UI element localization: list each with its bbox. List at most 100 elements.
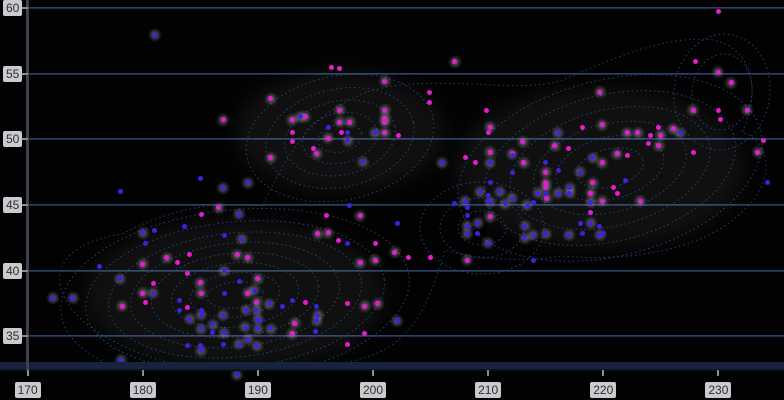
scatter-point (580, 125, 585, 130)
scatter-point (531, 200, 536, 205)
scatter-point (465, 258, 470, 263)
y-tick-mark (22, 204, 28, 206)
scatter-point (597, 224, 602, 229)
y-tick-mark (22, 270, 28, 272)
scatter-point (221, 313, 226, 318)
scatter-point (140, 291, 145, 296)
scatter-point (597, 90, 602, 95)
x-tick-mark (717, 370, 719, 376)
y-axis-tick-label: 35 (3, 328, 22, 344)
x-axis-tick-label: 230 (705, 382, 731, 398)
scatter-point (535, 191, 540, 196)
scatter-point (337, 108, 342, 113)
scatter-point (638, 199, 643, 204)
scatter-point (486, 130, 491, 135)
scatter-point (237, 279, 242, 284)
scatter-point (235, 372, 240, 377)
scatter-plot-figure: 605550454035170180190200210220230 (0, 0, 784, 400)
scatter-point (153, 33, 158, 38)
scatter-point (556, 191, 561, 196)
y-axis-tick-label: 50 (3, 131, 22, 147)
x-tick-mark (257, 370, 259, 376)
scatter-point (311, 146, 316, 151)
scatter-point (198, 343, 203, 348)
scatter-point (566, 233, 571, 238)
scatter-point (198, 280, 203, 285)
scatter-point (488, 150, 493, 155)
scatter-point (427, 90, 432, 95)
scatter-point (716, 108, 721, 113)
scatter-point (314, 304, 319, 309)
scatter-point (143, 300, 148, 305)
scatter-point (531, 233, 536, 238)
scatter-point (396, 133, 401, 138)
scatter-point (199, 326, 204, 331)
scatter-point (488, 125, 493, 130)
scatter-point (691, 150, 696, 155)
scatter-point (691, 108, 696, 113)
scatter-point (326, 230, 331, 235)
scatter-point (588, 191, 593, 196)
y-tick-mark (22, 73, 28, 75)
scatter-point (140, 262, 145, 267)
y-axis-tick-label: 40 (3, 263, 22, 279)
density-contour-lines (0, 0, 784, 400)
scatter-point (615, 151, 620, 156)
scatter-point (244, 308, 249, 313)
scatter-point (615, 191, 620, 196)
scatter-point (463, 199, 468, 204)
scatter-point (182, 224, 187, 229)
scatter-point (237, 212, 242, 217)
scatter-point (267, 301, 272, 306)
x-axis-tick-label: 210 (475, 382, 501, 398)
scatter-point (755, 150, 760, 155)
scatter-point (326, 136, 331, 141)
scatter-point (625, 153, 630, 158)
y-axis-spine (26, 0, 29, 370)
y-tick-mark (22, 7, 28, 9)
scatter-point (729, 80, 734, 85)
scatter-point (199, 308, 204, 313)
x-tick-mark (487, 370, 489, 376)
scatter-point (336, 238, 341, 243)
scatter-point (303, 300, 308, 305)
x-tick-mark (142, 370, 144, 376)
scatter-point (254, 308, 259, 313)
scatter-point (382, 120, 387, 125)
x-axis-tick-label: 170 (15, 382, 41, 398)
scatter-point (395, 221, 400, 226)
scatter-point (463, 155, 468, 160)
scatter-point (222, 330, 227, 335)
scatter-point (427, 100, 432, 105)
scatter-point (578, 170, 583, 175)
y-axis-tick-label: 60 (3, 0, 22, 16)
scatter-point (382, 79, 387, 84)
x-tick-mark (372, 370, 374, 376)
plot-area: 605550454035170180190200210220230 (0, 0, 784, 400)
scatter-point (465, 213, 470, 218)
scatter-point (254, 300, 259, 305)
scatter-point (465, 224, 470, 229)
scatter-point (239, 237, 244, 242)
scatter-point (623, 178, 628, 183)
x-axis-tick-label: 190 (245, 382, 271, 398)
scatter-point (510, 196, 515, 201)
scatter-point (245, 337, 250, 342)
scatter-point (326, 125, 331, 130)
scatter-point (543, 170, 548, 175)
scatter-point (543, 191, 548, 196)
scatter-point (258, 318, 263, 323)
scatter-point (531, 258, 536, 263)
scatter-point (525, 203, 530, 208)
scatter-point (337, 120, 342, 125)
x-axis-tick-label: 200 (360, 382, 386, 398)
scatter-point (222, 233, 227, 238)
scatter-point (486, 241, 491, 246)
x-tick-mark (602, 370, 604, 376)
scatter-point (221, 117, 226, 122)
y-axis-tick-label: 45 (3, 197, 22, 213)
scatter-point (290, 117, 295, 122)
scatter-point (199, 212, 204, 217)
scatter-point (761, 138, 766, 143)
scatter-point (70, 296, 75, 301)
